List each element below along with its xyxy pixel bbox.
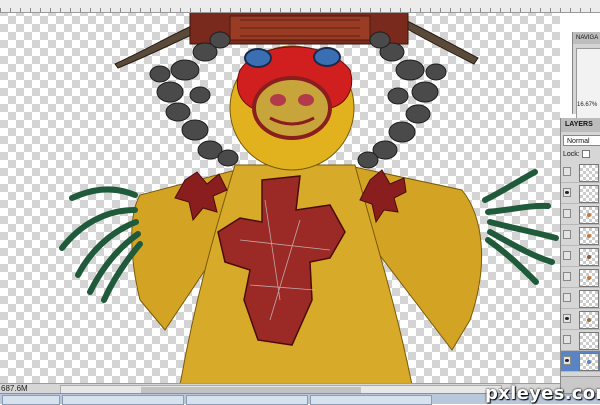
blend-mode-select[interactable]: Normal (563, 135, 600, 146)
layer-row[interactable] (561, 162, 600, 183)
visibility-eye-icon[interactable] (563, 356, 571, 365)
visibility-eye-icon[interactable] (563, 314, 571, 323)
layer-row[interactable] (561, 183, 600, 204)
visibility-eye-icon[interactable] (563, 293, 571, 302)
lock-row: Lock: (563, 150, 590, 158)
layer-thumbnail (579, 353, 599, 371)
layer-row[interactable] (561, 204, 600, 225)
right-hand (482, 169, 559, 285)
watermark-text: pxleyes.com (485, 383, 600, 404)
lock-transparency-checkbox[interactable] (581, 150, 590, 158)
visibility-eye-icon[interactable] (563, 335, 571, 344)
taskbar-button[interactable] (310, 395, 432, 405)
visibility-eye-icon[interactable] (563, 230, 571, 239)
layers-panel: LAYERS Normal Lock: (560, 118, 600, 394)
layer-thumbnail (579, 311, 599, 329)
taskbar-button[interactable] (186, 395, 308, 405)
visibility-eye-icon[interactable] (563, 251, 571, 260)
layer-thumbnail (579, 206, 599, 224)
layer-list (561, 162, 600, 372)
navigator-zoom[interactable]: 16.67% (577, 102, 597, 108)
right-horn (401, 19, 479, 65)
visibility-eye-icon[interactable] (563, 167, 571, 176)
left-eye (244, 48, 272, 68)
layer-row[interactable] (561, 267, 600, 288)
layer-thumbnail (579, 269, 599, 287)
layer-row[interactable] (561, 330, 600, 351)
layer-row[interactable] (561, 288, 600, 309)
navigator-panel: NAVIGA 16.67% (572, 32, 600, 128)
layer-row[interactable] (561, 246, 600, 267)
layer-thumbnail (579, 332, 599, 350)
tab-navigator[interactable]: NAVIGA (573, 32, 600, 44)
navigator-preview[interactable] (576, 48, 600, 128)
layer-thumbnail (579, 185, 599, 203)
snout (252, 76, 332, 140)
layer-row[interactable] (561, 225, 600, 246)
lock-label: Lock: (563, 150, 580, 158)
visibility-eye-icon[interactable] (563, 188, 571, 197)
visibility-eye-icon[interactable] (563, 209, 571, 218)
layer-row[interactable] (561, 351, 600, 372)
tab-layers[interactable]: LAYERS (561, 118, 600, 132)
layer-thumbnail (579, 164, 599, 182)
layer-thumbnail (579, 248, 599, 266)
document-canvas[interactable] (0, 0, 560, 392)
taskbar-button[interactable] (2, 395, 60, 405)
right-eye (313, 47, 341, 67)
layer-row[interactable] (561, 309, 600, 330)
left-hand (59, 186, 143, 303)
scarecrow-artwork (59, 9, 559, 386)
top-ruler[interactable] (0, 0, 600, 13)
visibility-eye-icon[interactable] (563, 272, 571, 281)
layer-thumbnail (579, 290, 599, 308)
layer-thumbnail (579, 227, 599, 245)
taskbar-button[interactable] (62, 395, 184, 405)
